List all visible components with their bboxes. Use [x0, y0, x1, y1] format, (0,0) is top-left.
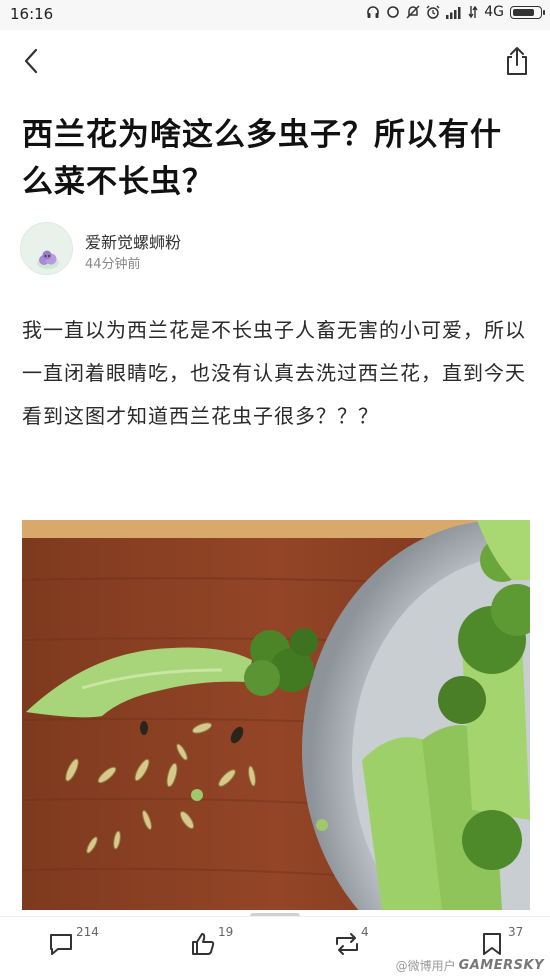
repost-icon	[336, 933, 358, 955]
bookmark-count: 37	[508, 925, 524, 939]
status-bar: 16:16 4G	[0, 0, 550, 30]
author-row: 爱新觉螺蛳粉 44分钟前	[20, 222, 420, 278]
watermark: @微博用户 GAMERSKY	[396, 957, 544, 974]
post-body: 我一直以为西兰花是不长虫子人畜无害的小可爱，所以一直闭着眼睛吃，也没有认真去洗过…	[22, 318, 526, 428]
thumbs-up-icon	[192, 933, 215, 955]
post-title: 西兰花为啥这么多虫子？所以有什么菜不长虫？	[22, 117, 502, 200]
avatar[interactable]	[20, 222, 73, 275]
author-name[interactable]: 爱新觉螺蛳粉	[85, 229, 181, 253]
back-button[interactable]	[14, 44, 48, 78]
sync-icon	[387, 6, 400, 18]
battery-level	[513, 8, 534, 16]
repost-count: 4	[361, 925, 369, 939]
comment-count: 214	[76, 925, 99, 939]
repost-button[interactable]: 4	[333, 925, 403, 969]
share-button[interactable]	[500, 42, 534, 80]
post-time: 44分钟前	[85, 257, 141, 272]
bookmark-icon	[483, 933, 501, 955]
avatar-image	[21, 223, 72, 274]
do-not-disturb-icon	[406, 5, 420, 19]
like-count: 19	[218, 925, 234, 939]
comment-button[interactable]: 214	[48, 925, 118, 969]
share-icon	[507, 47, 527, 75]
watermark-text: @微博用户	[395, 959, 456, 973]
comment-icon	[50, 934, 72, 955]
status-time: 16:16	[10, 5, 54, 23]
like-button[interactable]: 19	[190, 925, 260, 969]
watermark-logo: GAMERSKY	[458, 958, 544, 973]
chevron-left-icon	[24, 48, 38, 74]
data-icon	[468, 5, 478, 19]
signal-icon	[446, 6, 461, 19]
post-photo[interactable]	[22, 520, 530, 910]
battery-icon	[510, 5, 545, 19]
alarm-icon	[426, 5, 440, 19]
status-icons: 4G	[366, 4, 545, 20]
bottom-action-bar: 214 19 4 37 @微博用户 GAMERSKY	[0, 916, 550, 977]
nav-bar	[0, 30, 550, 92]
headphones-icon	[367, 6, 380, 18]
network-type: 4G	[484, 4, 504, 20]
broccoli-photo	[22, 520, 530, 910]
